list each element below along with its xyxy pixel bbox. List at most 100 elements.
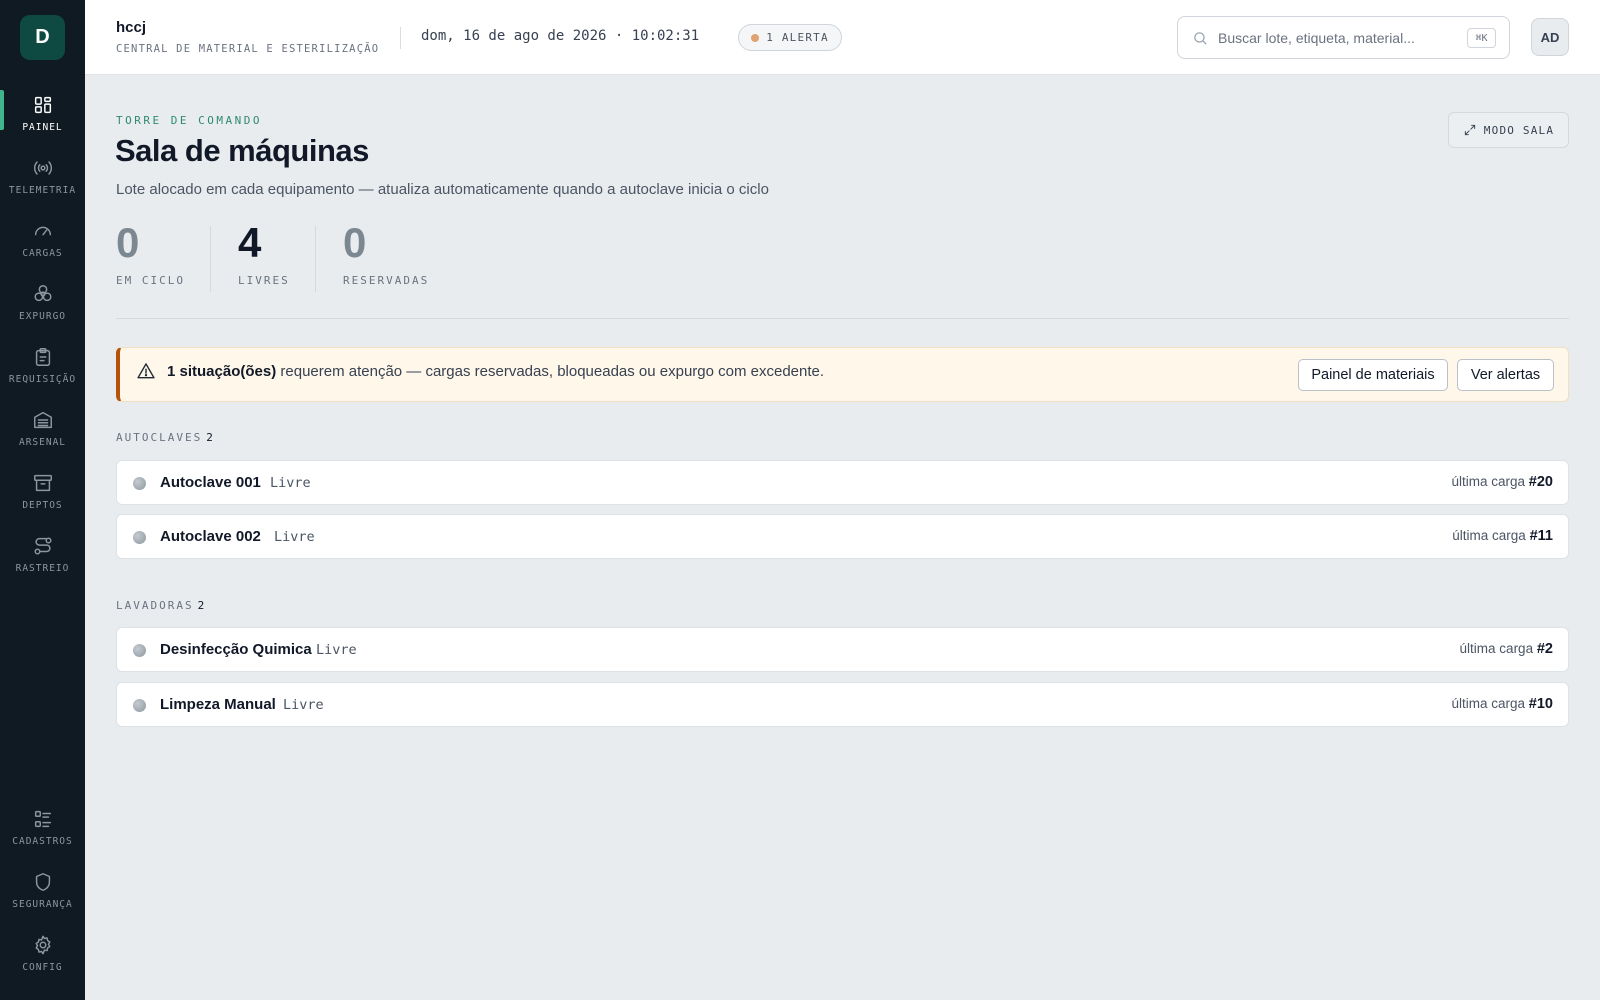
status-dot-icon bbox=[133, 531, 146, 544]
alert-badge[interactable]: 1 ALERTA bbox=[738, 24, 842, 51]
sidebar-item-label: CADASTROS bbox=[12, 836, 73, 847]
sidebar-item-label: PAINEL bbox=[22, 122, 63, 133]
sidebar-item-label: CARGAS bbox=[22, 248, 63, 259]
banner-text: requerem atenção — cargas reservadas, bl… bbox=[276, 363, 825, 380]
archive-icon bbox=[33, 474, 52, 492]
group-header-lavadoras: LAVADORAS 2 bbox=[116, 599, 206, 612]
group-count: 2 bbox=[206, 431, 215, 444]
last-load-label: última carga bbox=[1459, 641, 1534, 656]
banner-message: 1 situação(ões) requerem atenção — carga… bbox=[167, 363, 824, 380]
status-dot-icon bbox=[133, 477, 146, 490]
stat-free: 4 LIVRES bbox=[238, 218, 290, 287]
sidebar-item-label: DEPTOS bbox=[22, 500, 63, 511]
room-mode-label: MODO SALA bbox=[1483, 123, 1555, 137]
org-name: hccj bbox=[116, 19, 147, 36]
status-dot-icon bbox=[133, 699, 146, 712]
gauge-icon bbox=[34, 226, 51, 236]
alert-badge-label: 1 ALERTA bbox=[766, 31, 829, 44]
user-avatar[interactable]: AD bbox=[1531, 18, 1569, 56]
sidebar-item-label: TELEMETRIA bbox=[8, 185, 77, 196]
page-title: Sala de máquinas bbox=[115, 133, 369, 168]
stat-divider bbox=[210, 226, 211, 292]
app-logo[interactable]: D bbox=[20, 15, 65, 60]
sidebar-item-rastreio[interactable]: RASTREIO bbox=[0, 529, 85, 585]
machine-name: Desinfecção Quimica bbox=[160, 641, 312, 658]
sidebar: D PAINEL TELEMETRIA CARGAS EXPURGO REQUI… bbox=[0, 0, 85, 1000]
machine-name: Autoclave 001 bbox=[160, 474, 261, 491]
warehouse-icon bbox=[33, 411, 52, 429]
search-icon bbox=[1194, 32, 1207, 45]
sidebar-item-seguranca[interactable]: SEGURANÇA bbox=[0, 865, 85, 921]
stat-value: 0 bbox=[343, 219, 367, 266]
warning-icon bbox=[137, 363, 155, 379]
stat-reserved: 0 RESERVADAS bbox=[343, 218, 429, 287]
last-load-number: #20 bbox=[1528, 474, 1553, 490]
machine-last-load: última carga #20 bbox=[1451, 474, 1553, 490]
sidebar-item-telemetria[interactable]: TELEMETRIA bbox=[0, 151, 85, 207]
room-mode-button[interactable]: MODO SALA bbox=[1448, 112, 1569, 148]
machine-row[interactable]: Desinfecção Quimica Livre última carga #… bbox=[116, 627, 1569, 672]
expand-icon bbox=[1464, 124, 1475, 136]
machine-status: Livre bbox=[283, 697, 324, 713]
sidebar-item-cargas[interactable]: CARGAS bbox=[0, 214, 85, 270]
sidebar-item-label: REQUISIÇÃO bbox=[8, 374, 77, 385]
group-label: LAVADORAS bbox=[116, 599, 194, 612]
sidebar-item-config[interactable]: CONFIG bbox=[0, 928, 85, 984]
stat-value: 4 bbox=[238, 219, 262, 266]
shield-icon bbox=[35, 873, 50, 891]
gear-icon bbox=[34, 935, 51, 955]
sidebar-item-label: RASTREIO bbox=[15, 563, 70, 574]
sidebar-item-requisicao[interactable]: REQUISIÇÃO bbox=[0, 340, 85, 396]
machine-name: Limpeza Manual bbox=[160, 696, 276, 713]
last-load-label: última carga bbox=[1452, 528, 1526, 543]
status-dot-icon bbox=[133, 644, 146, 657]
group-header-autoclaves: AUTOCLAVES 2 bbox=[116, 431, 215, 444]
route-icon bbox=[33, 537, 52, 555]
last-load-number: #11 bbox=[1529, 528, 1553, 544]
sidebar-item-deptos[interactable]: DEPTOS bbox=[0, 466, 85, 522]
alert-dot-icon bbox=[751, 33, 760, 42]
machine-last-load: última carga #10 bbox=[1451, 696, 1553, 712]
biohazard-icon bbox=[33, 285, 52, 302]
stat-label: RESERVADAS bbox=[343, 274, 430, 287]
sidebar-item-label: SEGURANÇA bbox=[12, 899, 73, 910]
last-load-number: #10 bbox=[1528, 696, 1553, 712]
grid-icon bbox=[34, 96, 51, 114]
stat-divider bbox=[315, 226, 316, 292]
sidebar-item-expurgo[interactable]: EXPURGO bbox=[0, 277, 85, 333]
stat-label: LIVRES bbox=[238, 274, 290, 287]
machine-name: Autoclave 002 bbox=[160, 528, 261, 545]
machine-row[interactable]: Autoclave 002 Livre última carga #11 bbox=[116, 514, 1569, 559]
stat-label: EM CICLO bbox=[116, 274, 185, 287]
sidebar-item-arsenal[interactable]: ARSENAL bbox=[0, 403, 85, 459]
stat-in-cycle: 0 EM CICLO bbox=[116, 218, 185, 287]
search-box: ⌘K bbox=[1177, 16, 1510, 59]
org-subtitle: CENTRAL DE MATERIAL E ESTERILIZAÇÃO bbox=[116, 43, 380, 55]
view-alerts-button[interactable]: Ver alertas bbox=[1457, 359, 1554, 391]
machine-status: Livre bbox=[274, 529, 315, 545]
machine-row[interactable]: Limpeza Manual Livre última carga #10 bbox=[116, 682, 1569, 727]
datetime-display: dom, 16 de ago de 2026 · 10:02:31 bbox=[421, 28, 700, 44]
machine-status: Livre bbox=[270, 475, 311, 491]
group-label: AUTOCLAVES bbox=[116, 431, 203, 444]
search-shortcut-hint: ⌘K bbox=[1467, 28, 1496, 48]
sidebar-item-painel[interactable]: PAINEL bbox=[0, 88, 85, 144]
stat-value: 0 bbox=[116, 219, 140, 266]
machine-last-load: última carga #2 bbox=[1460, 641, 1553, 657]
sidebar-item-cadastros[interactable]: CADASTROS bbox=[0, 802, 85, 858]
header-divider bbox=[400, 27, 401, 49]
page-eyebrow: TORRE DE COMANDO bbox=[116, 114, 262, 127]
sidebar-item-label: ARSENAL bbox=[18, 437, 67, 448]
sidebar-item-label: EXPURGO bbox=[18, 311, 67, 322]
attention-banner: 1 situação(ões) requerem atenção — carga… bbox=[116, 347, 1569, 402]
search-input[interactable] bbox=[1218, 23, 1453, 53]
machine-row[interactable]: Autoclave 001 Livre última carga #20 bbox=[116, 460, 1569, 505]
signal-icon bbox=[33, 161, 52, 175]
materials-panel-button[interactable]: Painel de materiais bbox=[1298, 359, 1448, 391]
top-bar: hccj CENTRAL DE MATERIAL E ESTERILIZAÇÃO… bbox=[85, 0, 1600, 75]
last-load-label: última carga bbox=[1451, 696, 1526, 711]
group-count: 2 bbox=[197, 599, 207, 612]
machine-status: Livre bbox=[316, 642, 357, 658]
sidebar-item-label: CONFIG bbox=[22, 962, 63, 973]
clipboard-icon bbox=[35, 348, 50, 366]
